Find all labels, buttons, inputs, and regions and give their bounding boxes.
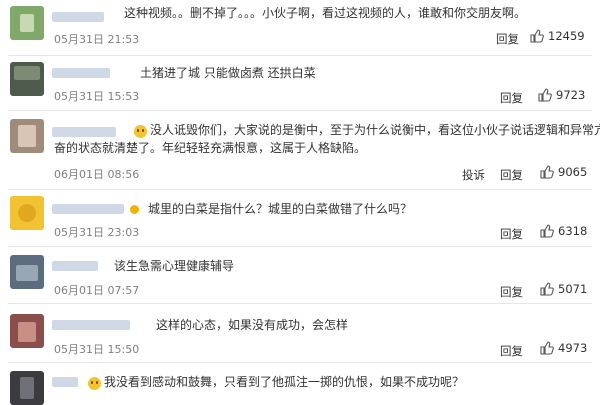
username-redacted[interactable] bbox=[52, 127, 116, 137]
comment-text-line-2: 奋的状态就清楚了。年纪轻轻充满恨意，这属于人格缺陷。 bbox=[54, 141, 367, 155]
comment-item: 没人诋毁你们，大家说的是衡中，至于为什么说衡中，看这位小伙子说话逻辑和异常亢 奋… bbox=[0, 111, 600, 189]
comment-item: 土猪进了城 只能做卤煮 还拱白菜 05月31日 15:53 回复 9723 bbox=[0, 56, 600, 110]
reply-button[interactable]: 回复 bbox=[500, 343, 523, 359]
avatar[interactable] bbox=[10, 119, 44, 153]
thumbs-up-icon bbox=[540, 282, 554, 296]
like-count: 5071 bbox=[558, 282, 588, 296]
username-redacted[interactable] bbox=[52, 68, 110, 78]
vip-badge-icon bbox=[130, 205, 139, 214]
report-button[interactable]: 投诉 bbox=[462, 167, 485, 183]
comment-time: 05月31日 23:03 bbox=[54, 226, 140, 239]
like-button[interactable]: 9065 bbox=[540, 165, 587, 179]
username-redacted[interactable] bbox=[52, 320, 130, 330]
like-button[interactable]: 6318 bbox=[540, 224, 587, 238]
comment-time: 05月31日 21:53 bbox=[54, 33, 140, 46]
like-count: 9065 bbox=[558, 165, 588, 179]
face-emoji-icon bbox=[88, 377, 101, 390]
thumbs-up-icon bbox=[540, 165, 554, 179]
reply-button[interactable]: 回复 bbox=[500, 167, 523, 183]
comment-item: 这种视频。。删不掉了。。。小伙子啊，看过这视频的人，谁敢和你交朋友啊。 05月3… bbox=[0, 0, 600, 55]
avatar[interactable] bbox=[10, 62, 44, 96]
comment-time: 05月31日 15:50 bbox=[54, 343, 140, 356]
avatar[interactable] bbox=[10, 196, 44, 230]
comment-item: 城里的白菜是指什么？城里的白菜做错了什么吗？ 05月31日 23:03 回复 6… bbox=[0, 190, 600, 246]
comment-item: 这样的心态，如果没有成功，会怎样 05月31日 15:50 回复 4973 bbox=[0, 304, 600, 362]
comment-time: 05月31日 15:53 bbox=[54, 90, 140, 103]
comment-text-line-1: 没人诋毁你们，大家说的是衡中，至于为什么说衡中，看这位小伙子说话逻辑和异常亢 bbox=[150, 123, 600, 137]
username-redacted[interactable] bbox=[52, 12, 104, 22]
comment-text: 这样的心态，如果没有成功，会怎样 bbox=[156, 318, 349, 332]
thumbs-up-icon bbox=[538, 88, 552, 102]
comment-list: 这种视频。。删不掉了。。。小伙子啊，看过这视频的人，谁敢和你交朋友啊。 05月3… bbox=[0, 0, 600, 405]
comment-text: 这种视频。。删不掉了。。。小伙子啊，看过这视频的人，谁敢和你交朋友啊。 bbox=[124, 6, 527, 20]
comment-text: 该生急需心理健康辅导 bbox=[114, 259, 235, 273]
like-count: 6318 bbox=[558, 224, 588, 238]
comment-text: 土猪进了城 只能做卤煮 还拱白菜 bbox=[140, 66, 316, 80]
reply-button[interactable]: 回复 bbox=[500, 284, 523, 300]
avatar[interactable] bbox=[10, 6, 44, 40]
like-count: 12459 bbox=[548, 29, 585, 43]
thumbs-up-icon bbox=[540, 224, 554, 238]
reply-button[interactable]: 回复 bbox=[500, 226, 523, 242]
comment-text: 我没看到感动和鼓舞，只看到了他孤注一掷的仇恨，如果不成功呢？ bbox=[104, 375, 465, 389]
reply-button[interactable]: 回复 bbox=[496, 31, 519, 47]
like-count: 9723 bbox=[556, 88, 586, 102]
username-redacted[interactable] bbox=[52, 204, 124, 214]
username-redacted[interactable] bbox=[52, 261, 98, 271]
reply-button[interactable]: 回复 bbox=[500, 90, 523, 106]
like-count: 4973 bbox=[558, 341, 588, 355]
avatar[interactable] bbox=[10, 314, 44, 348]
comment-item: 该生急需心理健康辅导 06月01日 07:57 回复 5071 bbox=[0, 247, 600, 303]
like-button[interactable]: 12459 bbox=[530, 29, 585, 43]
avatar[interactable] bbox=[10, 255, 44, 289]
comment-time: 06月01日 07:57 bbox=[54, 284, 140, 297]
comment-item: 我没看到感动和鼓舞，只看到了他孤注一掷的仇恨，如果不成功呢？ bbox=[0, 363, 600, 405]
like-button[interactable]: 5071 bbox=[540, 282, 587, 296]
comment-text: 城里的白菜是指什么？城里的白菜做错了什么吗？ bbox=[148, 202, 413, 216]
username-redacted[interactable] bbox=[52, 377, 78, 387]
thumbs-up-icon bbox=[540, 341, 554, 355]
comment-time: 06月01日 08:56 bbox=[54, 168, 140, 181]
thumbs-up-icon bbox=[530, 29, 544, 43]
like-button[interactable]: 4973 bbox=[540, 341, 587, 355]
face-emoji-icon bbox=[134, 125, 147, 138]
like-button[interactable]: 9723 bbox=[538, 88, 585, 102]
